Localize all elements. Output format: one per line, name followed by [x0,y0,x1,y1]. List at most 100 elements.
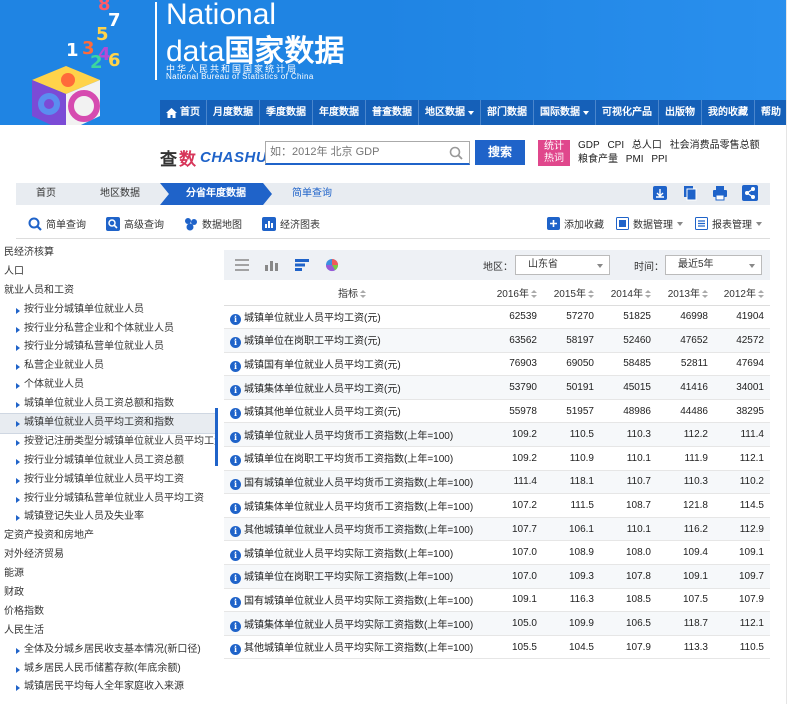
tree-category[interactable]: 人民生活 [0,622,218,641]
column-header-indicator[interactable]: 指标 [224,280,486,306]
tree-category[interactable]: 人口 [0,263,218,282]
region-select[interactable]: 山东省 [515,255,610,275]
column-header-year[interactable]: 2015年 [543,280,600,306]
info-icon[interactable]: i [230,408,241,420]
column-header-year[interactable]: 2014年 [600,280,657,306]
tree-item[interactable]: 城镇登记失业人员及失业率 [0,508,218,527]
tree-category[interactable]: 价格指数 [0,603,218,622]
time-select[interactable]: 最近5年 [665,255,762,275]
data-map-button[interactable]: 数据地图 [184,216,242,231]
value-cell: 109.9 [543,611,600,636]
breadcrumb-provincial-annual[interactable]: 分省年度数据 [160,183,272,205]
pie-chart-icon[interactable] [324,258,340,272]
hot-word-link[interactable]: 粮食产量 [578,154,618,165]
hot-word-link[interactable]: 社会消费品零售总额 [670,140,760,151]
nav-favorites[interactable]: 我的收藏 [702,100,755,125]
info-icon[interactable]: i [230,549,241,561]
info-icon[interactable]: i [230,313,241,325]
tree-item[interactable]: 城镇单位就业人员工资总额和指数 [0,395,218,414]
economic-chart-button[interactable]: 经济图表 [262,216,320,231]
info-icon[interactable]: i [230,596,241,608]
breadcrumb-simple-query[interactable]: 简单查询 [272,183,352,205]
info-icon[interactable]: i [230,360,241,372]
tree-item[interactable]: 按登记注册类型分城镇单位就业人员平均工资 [0,433,218,452]
tree-category[interactable]: 就业人员和工资 [0,282,218,301]
tree-category[interactable]: 对外经济贸易 [0,546,218,565]
nav-home[interactable]: 首页 [160,100,207,125]
horizontal-bar-icon[interactable] [294,258,310,272]
search-button[interactable]: 搜索 [475,140,525,165]
nav-help[interactable]: 帮助 [755,100,787,125]
column-header-year[interactable]: 2013年 [657,280,714,306]
hot-word-link[interactable]: PMI [626,154,644,165]
share-icon[interactable] [742,185,758,201]
tree-item[interactable]: 按行业分城镇单位就业人员 [0,301,218,320]
header-banner: 8 7 5 1 3 4 2 6 National data国家数据 中华人民共和… [0,0,806,125]
tree-item[interactable]: 按行业分城镇单位就业人员工资总额 [0,452,218,471]
advanced-query-button[interactable]: 高级查询 [106,216,164,231]
indicator-cell: i 城镇集体单位就业人员平均实际工资指数(上年=100) [224,611,486,636]
bar-chart-icon[interactable] [264,258,280,272]
add-favorite-button[interactable]: 添加收藏 [547,216,604,231]
nav-regional[interactable]: 地区数据 [419,100,481,125]
tree-item[interactable]: 城乡居民人民币储蓄存款(年底余额) [0,660,218,679]
tree-category[interactable]: 能源 [0,565,218,584]
data-management-menu[interactable]: 数据管理 [616,216,683,231]
indicator-cell: i 城镇集体单位就业人员平均工资(元) [224,375,486,400]
nav-international[interactable]: 国际数据 [534,100,596,125]
search-input[interactable] [270,142,450,162]
info-icon[interactable]: i [230,337,241,349]
tree-category[interactable]: 定资产投资和房地产 [0,527,218,546]
column-header-year[interactable]: 2016年 [486,280,543,306]
copy-icon[interactable] [682,185,698,201]
report-management-menu[interactable]: 报表管理 [695,216,762,231]
info-icon[interactable]: i [230,620,241,632]
chevron-down-icon [583,110,589,115]
tree-category[interactable]: 民经济核算 [0,244,218,263]
value-cell: 52460 [600,328,657,353]
tree-scrollbar[interactable] [215,408,218,466]
table-view-icon[interactable] [234,258,250,272]
info-icon[interactable]: i [230,502,241,514]
simple-query-button[interactable]: 简单查询 [28,216,86,231]
info-icon[interactable]: i [230,573,241,585]
tree-item[interactable]: 按行业分城镇单位就业人员平均工资 [0,471,218,490]
chevron-down-icon [749,264,755,268]
tree-item[interactable]: 城镇单位就业人员平均工资和指数 [0,413,218,434]
info-icon[interactable]: i [230,384,241,396]
national-data-cube-logo [32,66,100,125]
tree-item[interactable]: 按行业分城镇私营单位就业人员平均工资 [0,490,218,509]
tree-item[interactable]: 城镇居民平均每人全年家庭收入来源 [0,678,218,697]
hot-word-link[interactable]: PPI [651,154,667,165]
nav-visualization[interactable]: 可视化产品 [596,100,659,125]
tree-item[interactable]: 个体就业人员 [0,376,218,395]
nav-census[interactable]: 普查数据 [366,100,419,125]
breadcrumb-regional[interactable]: 地区数据 [76,183,160,205]
table-row: i 城镇单位就业人员平均实际工资指数(上年=100) 107.0 108.9 108.0… [224,540,770,566]
print-icon[interactable] [712,185,728,201]
tree-category[interactable]: 财政 [0,584,218,603]
column-header-year[interactable]: 2012年 [714,280,770,306]
nav-monthly[interactable]: 月度数据 [207,100,260,125]
info-icon[interactable]: i [230,431,241,443]
tree-item[interactable]: 按行业分城镇私营单位就业人员 [0,338,218,357]
info-icon[interactable]: i [230,455,241,467]
info-icon[interactable]: i [230,526,241,538]
nav-annual[interactable]: 年度数据 [313,100,366,125]
hot-word-link[interactable]: 总人口 [632,140,662,151]
hot-word-link[interactable]: CPI [607,140,624,151]
nav-department[interactable]: 部门数据 [481,100,534,125]
search-icon[interactable] [449,146,463,160]
tree-item[interactable]: 全体及分城乡居民收支基本情况(新口径) [0,641,218,660]
tree-item[interactable]: 私营企业就业人员 [0,357,218,376]
breadcrumb-home[interactable]: 首页 [16,183,76,205]
hot-word-link[interactable]: GDP [578,140,600,151]
value-cell: 116.2 [657,517,714,542]
nav-quarterly[interactable]: 季度数据 [260,100,313,125]
indicator-cell: i 城镇集体单位就业人员平均货币工资指数(上年=100) [224,493,486,518]
nav-publications[interactable]: 出版物 [659,100,702,125]
info-icon[interactable]: i [230,644,241,656]
info-icon[interactable]: i [230,478,241,490]
tree-item[interactable]: 按行业分私营企业和个体就业人员 [0,320,218,339]
download-icon[interactable] [652,185,668,201]
